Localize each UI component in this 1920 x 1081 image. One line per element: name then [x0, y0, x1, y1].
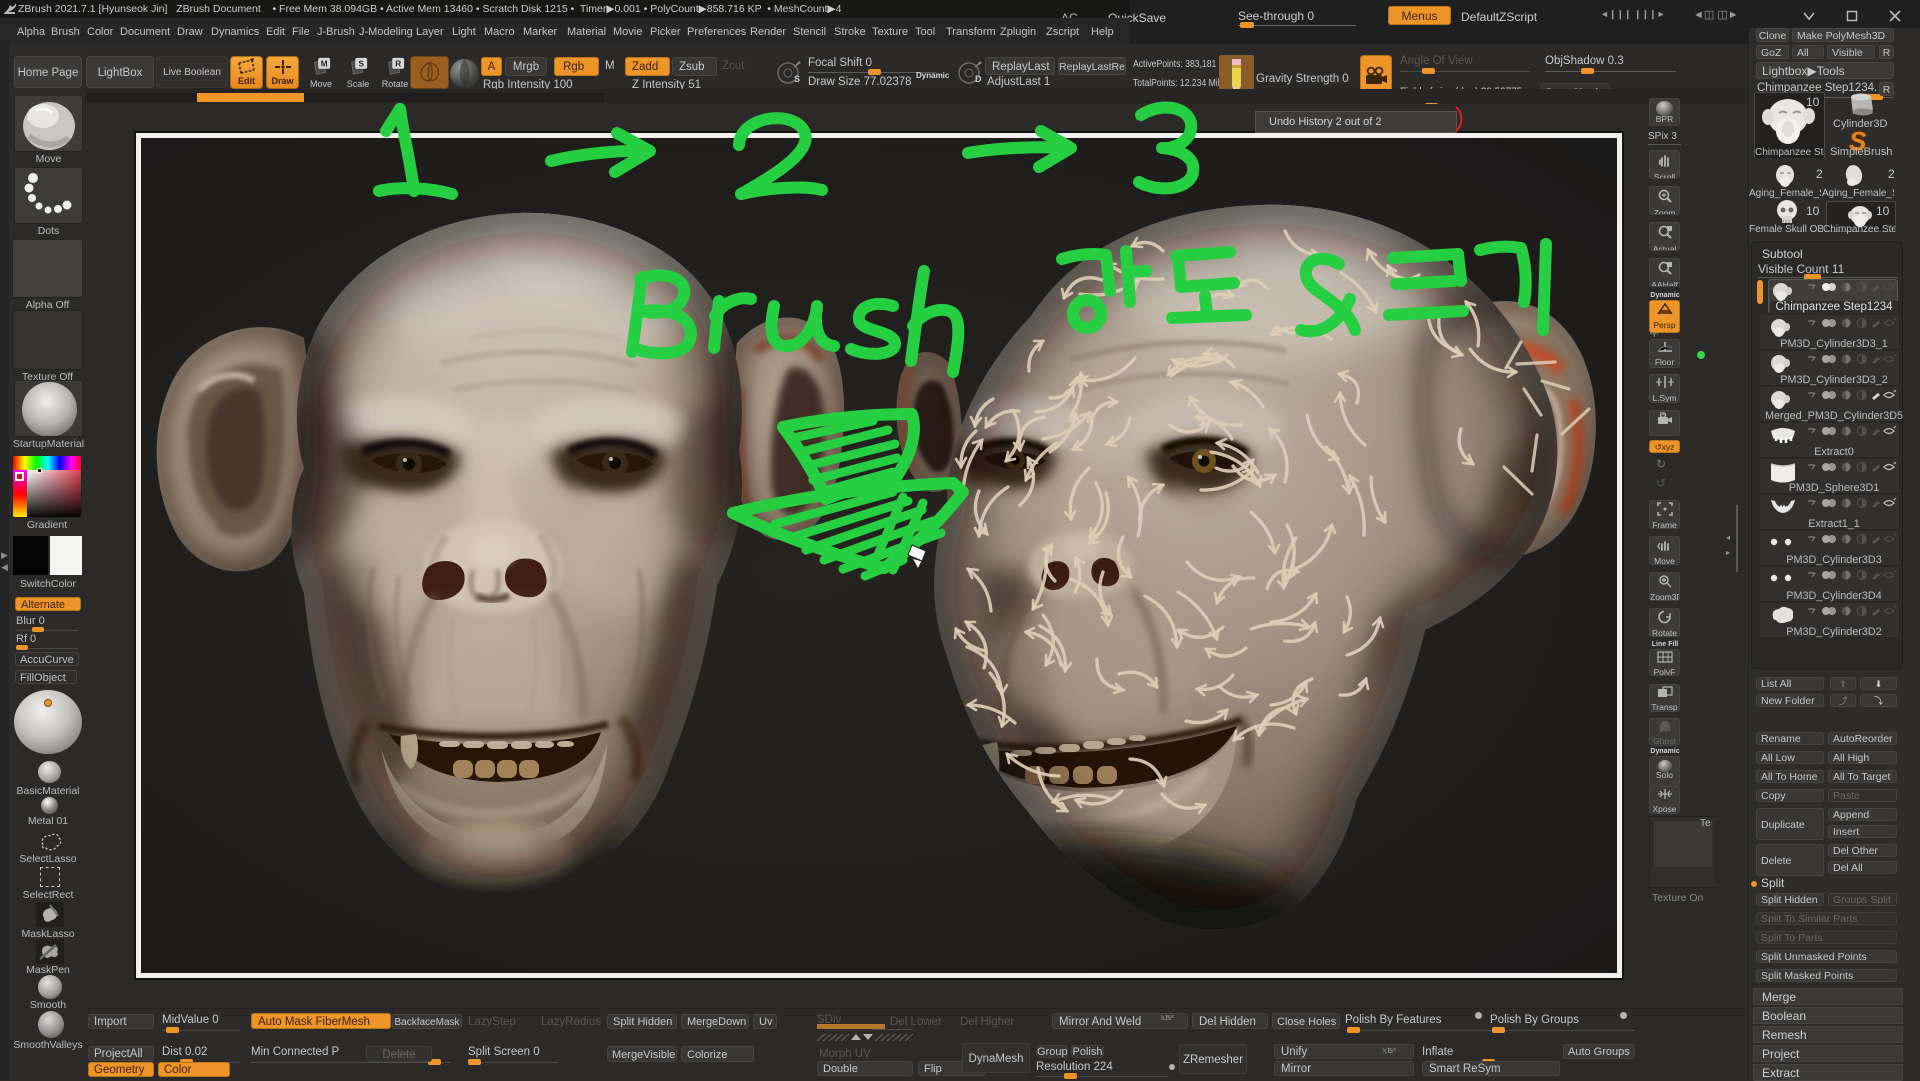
svg-text:D: D	[975, 74, 982, 84]
svg-text:S: S	[358, 60, 364, 69]
svg-text:S: S	[794, 74, 800, 84]
svg-text:M: M	[321, 60, 328, 69]
svg-text:R: R	[395, 60, 401, 69]
